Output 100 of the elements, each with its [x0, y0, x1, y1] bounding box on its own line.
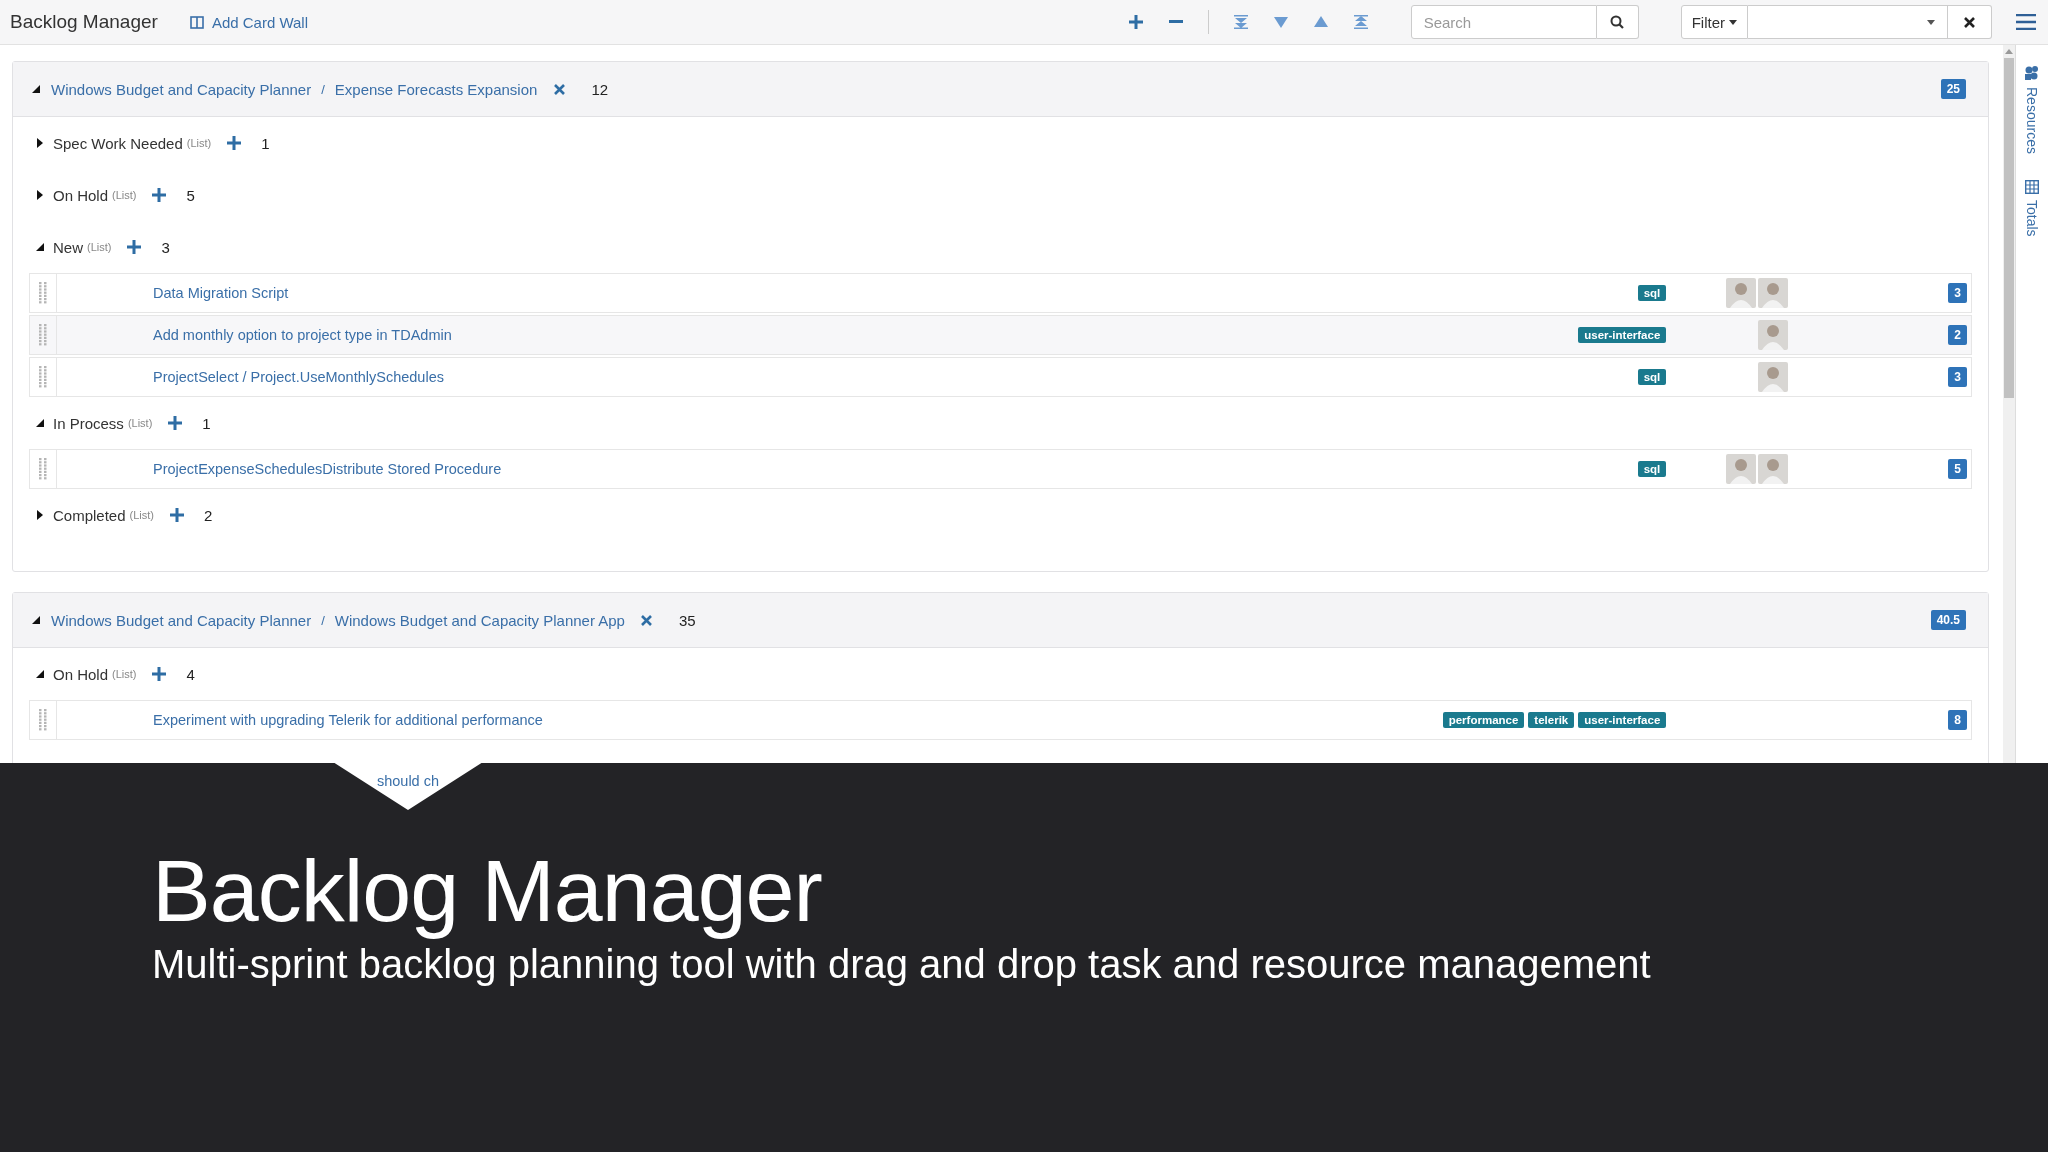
- task-title: should ch: [376, 773, 440, 791]
- expand-toggle[interactable]: [35, 242, 45, 252]
- close-icon: [553, 83, 565, 95]
- expand-toggle[interactable]: [35, 418, 45, 428]
- tag: user-interface: [1578, 712, 1667, 728]
- list-type: (List): [112, 189, 137, 201]
- plus-icon: [227, 136, 242, 150]
- tag: user-interface: [1578, 327, 1667, 343]
- list-name: Completed: [53, 506, 126, 524]
- project-link[interactable]: Windows Budget and Capacity Planner: [51, 611, 312, 629]
- triangle-down-icon: [1273, 16, 1288, 28]
- tag: telerik: [1528, 712, 1575, 728]
- caret-icon: [1729, 19, 1737, 25]
- list-name: In Process: [53, 414, 124, 432]
- drag-handle-icon[interactable]: [39, 709, 47, 731]
- drag-handle-icon[interactable]: [39, 324, 47, 346]
- sprint-link[interactable]: Windows Budget and Capacity Planner App: [334, 611, 625, 629]
- expand-toggle[interactable]: [35, 510, 45, 520]
- add-card-wall-button[interactable]: Add Card Wall: [185, 9, 313, 35]
- list-type: (List): [127, 417, 153, 429]
- plus-icon: [1128, 15, 1143, 29]
- side-tab[interactable]: Totals: [2024, 179, 2040, 237]
- app-title: Backlog Manager: [10, 11, 158, 33]
- task-row[interactable]: Data Migration Script sql 3: [29, 273, 1972, 313]
- search-icon: [1610, 15, 1625, 29]
- caret-icon: [1927, 19, 1935, 25]
- task-count: 12: [591, 80, 609, 98]
- list-type: (List): [87, 241, 112, 253]
- task-count: 4: [186, 665, 195, 683]
- people-icon: [2024, 65, 2040, 81]
- double-down-icon: [1233, 15, 1248, 29]
- collapse-toggle[interactable]: [31, 615, 41, 625]
- points-badge: 8: [1948, 710, 1967, 730]
- minus-icon: [1168, 20, 1183, 24]
- task-row[interactable]: Add monthly option to project type in TDAdmin user-interface 2: [29, 315, 1972, 355]
- avatar: [1758, 320, 1789, 350]
- side-tab[interactable]: Resources: [2024, 65, 2040, 154]
- task-count: 1: [261, 134, 270, 152]
- project-link[interactable]: Windows Budget and Capacity Planner: [51, 80, 312, 98]
- points-badge: 25: [1940, 79, 1966, 99]
- task-count: 5: [186, 186, 195, 204]
- separator: /: [321, 612, 325, 628]
- clear-filter-button[interactable]: [1948, 5, 1992, 39]
- expand-toggle[interactable]: [35, 138, 45, 148]
- task-count: 2: [204, 506, 213, 524]
- tag: sql: [1637, 285, 1667, 301]
- separator: /: [321, 81, 325, 97]
- list-name: Spec Work Needed: [53, 134, 183, 152]
- avatar: [1758, 278, 1789, 308]
- list-name: New: [53, 238, 83, 256]
- plus-icon: [168, 416, 183, 430]
- points-badge: 40.5: [1930, 610, 1966, 630]
- columns-icon: [189, 15, 204, 29]
- grid-icon: [2025, 179, 2039, 194]
- task-title[interactable]: ProjectExpenseSchedulesDistribute Stored Procedure: [153, 461, 1638, 477]
- banner-title: Backlog Manager: [152, 843, 823, 940]
- task-row[interactable]: ProjectSelect / Project.UseMonthlySchedules sql 3: [29, 357, 1972, 397]
- list-type: (List): [129, 509, 154, 521]
- banner-subtitle: Multi-sprint backlog planning tool with drag and drop task and resource management: [152, 941, 1652, 987]
- drag-handle-icon[interactable]: [39, 282, 47, 304]
- scrollbar-thumb[interactable]: [2004, 58, 2014, 398]
- sprint-link[interactable]: Expense Forecasts Expansion: [334, 80, 538, 98]
- list-name: On Hold: [53, 665, 109, 683]
- drag-handle-icon[interactable]: [39, 366, 47, 388]
- tag: performance: [1442, 712, 1525, 728]
- task-title[interactable]: Add monthly option to project type in TDAdmin: [153, 327, 1579, 343]
- avatar: [1726, 278, 1757, 308]
- expand-toggle[interactable]: [35, 669, 45, 679]
- task-count: 1: [202, 414, 211, 432]
- avatar: [1726, 454, 1757, 484]
- avatar: [1758, 362, 1789, 392]
- task-count: 35: [678, 611, 696, 629]
- task-title[interactable]: Data Migration Script: [153, 285, 1638, 301]
- collapse-toggle[interactable]: [31, 84, 41, 94]
- avatar: [1758, 454, 1789, 484]
- plus-icon: [152, 667, 167, 681]
- plus-icon: [170, 508, 184, 522]
- tag: sql: [1637, 461, 1667, 477]
- points-badge: 2: [1948, 325, 1967, 345]
- task-row[interactable]: ProjectExpenseSchedulesDistribute Stored Procedure sql 5: [29, 449, 1972, 489]
- plus-icon: [127, 240, 142, 254]
- list-name: On Hold: [53, 186, 109, 204]
- task-title[interactable]: ProjectSelect / Project.UseMonthlySchedules: [153, 369, 1638, 385]
- task-row[interactable]: Experiment with upgrading Telerik for additional performance performance telerik user-interface 8: [29, 700, 1972, 740]
- drag-handle-icon[interactable]: [39, 458, 47, 480]
- list-type: (List): [186, 137, 212, 149]
- points-badge: 3: [1948, 283, 1967, 303]
- task-title[interactable]: Experiment with upgrading Telerik for additional performance: [153, 712, 1443, 728]
- search-button[interactable]: [1596, 5, 1639, 39]
- plus-icon: [152, 188, 167, 202]
- points-badge: 3: [1948, 367, 1967, 387]
- points-badge: 5: [1948, 459, 1967, 479]
- close-icon: [641, 614, 653, 626]
- expand-toggle[interactable]: [35, 190, 45, 200]
- tag: sql: [1637, 369, 1667, 385]
- search-field[interactable]: Search: [1410, 5, 1597, 39]
- task-count: 3: [161, 238, 170, 256]
- double-up-icon: [1353, 15, 1368, 29]
- filter-button[interactable]: Filter: [1680, 5, 1748, 39]
- list-type: (List): [112, 668, 137, 680]
